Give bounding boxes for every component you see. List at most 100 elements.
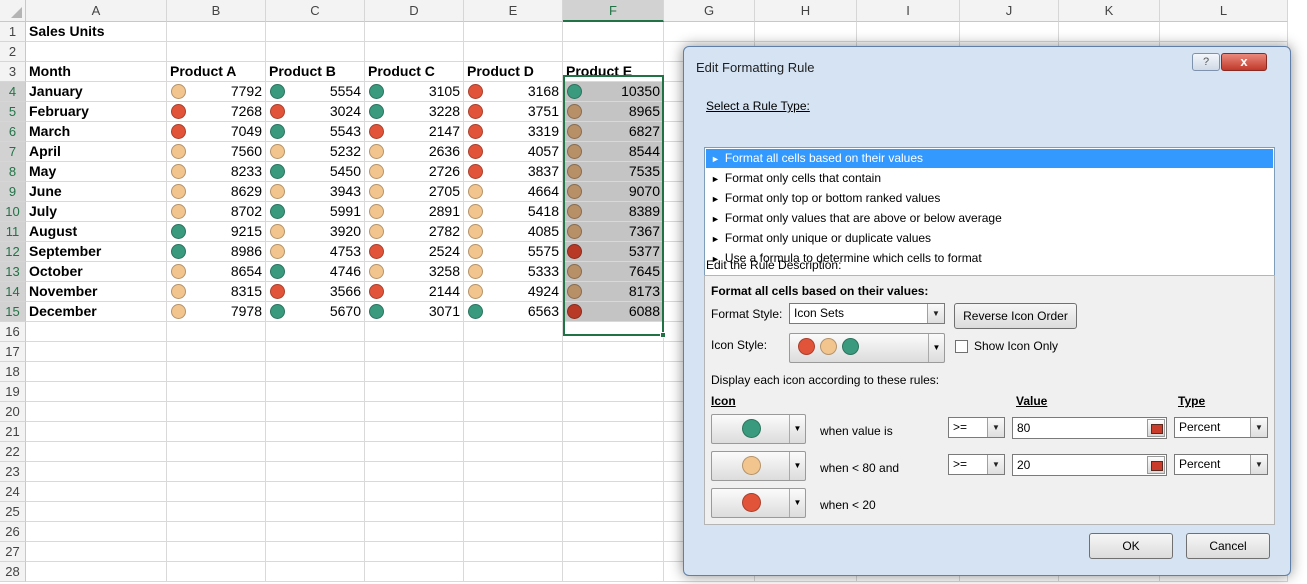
cancel-button[interactable]: Cancel: [1186, 533, 1270, 559]
value-cell[interactable]: 2726: [365, 162, 464, 182]
value-cell[interactable]: 8965: [563, 102, 664, 122]
empty-cell[interactable]: [464, 42, 563, 62]
empty-cell[interactable]: [26, 542, 167, 562]
value-cell[interactable]: 4085: [464, 222, 563, 242]
empty-cell[interactable]: [563, 382, 664, 402]
empty-cell[interactable]: [365, 382, 464, 402]
empty-cell[interactable]: [464, 422, 563, 442]
empty-cell[interactable]: [365, 522, 464, 542]
value-cell[interactable]: 7367: [563, 222, 664, 242]
value-cell[interactable]: 2705: [365, 182, 464, 202]
value-cell[interactable]: 8986: [167, 242, 266, 262]
column-header-l[interactable]: L: [1160, 0, 1288, 22]
value-cell[interactable]: 4057: [464, 142, 563, 162]
empty-cell[interactable]: [365, 322, 464, 342]
value-cell[interactable]: 5418: [464, 202, 563, 222]
empty-cell[interactable]: [563, 442, 664, 462]
value-cell[interactable]: 7645: [563, 262, 664, 282]
empty-cell[interactable]: [960, 22, 1059, 42]
value-cell[interactable]: 5450: [266, 162, 365, 182]
month-cell[interactable]: September: [26, 242, 167, 262]
empty-cell[interactable]: [563, 502, 664, 522]
value-cell[interactable]: 8654: [167, 262, 266, 282]
row-header-20[interactable]: 20: [0, 402, 26, 422]
value-cell[interactable]: 8544: [563, 142, 664, 162]
empty-cell[interactable]: [167, 542, 266, 562]
column-header-i[interactable]: I: [857, 0, 960, 22]
header-cell[interactable]: Product C: [365, 62, 464, 82]
empty-cell[interactable]: [167, 42, 266, 62]
row-header-14[interactable]: 14: [0, 282, 26, 302]
row-header-9[interactable]: 9: [0, 182, 26, 202]
value-cell[interactable]: 10350: [563, 82, 664, 102]
month-cell[interactable]: October: [26, 262, 167, 282]
empty-cell[interactable]: [266, 402, 365, 422]
empty-cell[interactable]: [563, 462, 664, 482]
value-cell[interactable]: 3837: [464, 162, 563, 182]
value-cell[interactable]: 8389: [563, 202, 664, 222]
operator-dropdown[interactable]: >= ▼: [948, 417, 1005, 438]
empty-cell[interactable]: [563, 542, 664, 562]
month-cell[interactable]: June: [26, 182, 167, 202]
empty-cell[interactable]: [167, 442, 266, 462]
value-cell[interactable]: 9215: [167, 222, 266, 242]
empty-cell[interactable]: [26, 462, 167, 482]
empty-cell[interactable]: [464, 402, 563, 422]
empty-cell[interactable]: [464, 342, 563, 362]
empty-cell[interactable]: [266, 382, 365, 402]
empty-cell[interactable]: [26, 402, 167, 422]
value-cell[interactable]: 7268: [167, 102, 266, 122]
empty-cell[interactable]: [167, 522, 266, 542]
value-cell[interactable]: 5232: [266, 142, 365, 162]
value-cell[interactable]: 5554: [266, 82, 365, 102]
row-header-17[interactable]: 17: [0, 342, 26, 362]
value-cell[interactable]: 3751: [464, 102, 563, 122]
empty-cell[interactable]: [365, 402, 464, 422]
header-cell[interactable]: Product A: [167, 62, 266, 82]
value-cell[interactable]: 8629: [167, 182, 266, 202]
value-cell[interactable]: 2144: [365, 282, 464, 302]
empty-cell[interactable]: [26, 322, 167, 342]
rule-type-item[interactable]: ► Format only top or bottom ranked values: [706, 189, 1273, 208]
rule-type-item[interactable]: ► Format all cells based on their values: [706, 149, 1273, 168]
row-header-22[interactable]: 22: [0, 442, 26, 462]
column-header-h[interactable]: H: [755, 0, 857, 22]
empty-cell[interactable]: [563, 362, 664, 382]
column-header-j[interactable]: J: [960, 0, 1059, 22]
column-header-d[interactable]: D: [365, 0, 464, 22]
operator-dropdown[interactable]: >= ▼: [948, 454, 1005, 475]
value-cell[interactable]: 4924: [464, 282, 563, 302]
value-cell[interactable]: 3319: [464, 122, 563, 142]
empty-cell[interactable]: [563, 22, 664, 42]
value-cell[interactable]: 3168: [464, 82, 563, 102]
value-cell[interactable]: 5991: [266, 202, 365, 222]
value-cell[interactable]: 3105: [365, 82, 464, 102]
value-cell[interactable]: 5543: [266, 122, 365, 142]
row-header-7[interactable]: 7: [0, 142, 26, 162]
value-cell[interactable]: 5575: [464, 242, 563, 262]
empty-cell[interactable]: [167, 502, 266, 522]
value-cell[interactable]: 7560: [167, 142, 266, 162]
row-header-15[interactable]: 15: [0, 302, 26, 322]
empty-cell[interactable]: [266, 342, 365, 362]
row-header-28[interactable]: 28: [0, 562, 26, 582]
value-cell[interactable]: 2636: [365, 142, 464, 162]
empty-cell[interactable]: [464, 22, 563, 42]
row-header-11[interactable]: 11: [0, 222, 26, 242]
empty-cell[interactable]: [26, 42, 167, 62]
value-cell[interactable]: 3024: [266, 102, 365, 122]
empty-cell[interactable]: [266, 422, 365, 442]
empty-cell[interactable]: [167, 342, 266, 362]
value-input[interactable]: 20: [1012, 454, 1167, 476]
row-header-6[interactable]: 6: [0, 122, 26, 142]
row-header-10[interactable]: 10: [0, 202, 26, 222]
value-cell[interactable]: 7049: [167, 122, 266, 142]
value-cell[interactable]: 2782: [365, 222, 464, 242]
row-header-21[interactable]: 21: [0, 422, 26, 442]
column-header-k[interactable]: K: [1059, 0, 1160, 22]
empty-cell[interactable]: [464, 502, 563, 522]
value-cell[interactable]: 7978: [167, 302, 266, 322]
value-cell[interactable]: 3920: [266, 222, 365, 242]
empty-cell[interactable]: [365, 462, 464, 482]
empty-cell[interactable]: [464, 482, 563, 502]
